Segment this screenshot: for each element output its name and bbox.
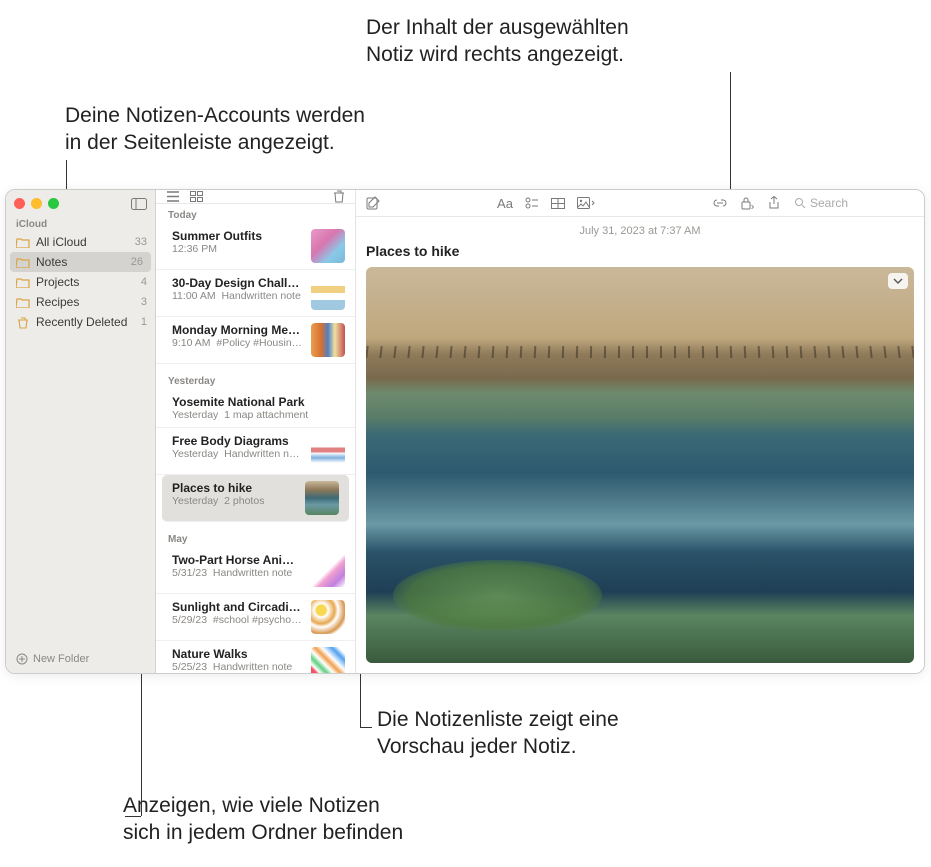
search-field[interactable]: Search [794,196,914,210]
note-title: Free Body Diagrams [172,434,303,448]
sidebar-item-label: Recipes [36,295,135,309]
note-item-sunlight-circadian[interactable]: Sunlight and Circadian... 5/29/23 #schoo… [156,594,355,641]
note-item-monday-meeting[interactable]: Monday Morning Meeting 9:10 AM #Policy #… [156,317,355,364]
sidebar-item-recently-deleted[interactable]: Recently Deleted 1 [6,312,155,332]
folder-icon [16,237,30,248]
share-icon[interactable] [768,196,780,210]
compose-icon[interactable] [366,196,380,210]
note-subtitle: 12:36 PM [172,243,303,255]
note-subtitle: 5/31/23 Handwritten note [172,567,303,579]
search-icon [794,197,806,209]
grid-view-icon[interactable] [190,191,203,202]
note-item-nature-walks[interactable]: Nature Walks 5/25/23 Handwritten note [156,641,355,674]
sidebar-item-label: Notes [36,255,125,269]
note-date: July 31, 2023 at 7:37 AM [366,223,914,243]
note-item-design-challenge[interactable]: 30-Day Design Challen... 11:00 AM Handwr… [156,270,355,317]
search-placeholder: Search [810,196,848,210]
sidebar-item-label: Recently Deleted [36,315,135,329]
new-folder-label: New Folder [33,653,89,665]
checklist-icon[interactable] [525,197,539,209]
note-item-summer-outfits[interactable]: Summer Outfits 12:36 PM [156,223,355,270]
sidebar-item-count: 4 [141,276,147,288]
note-thumbnail [311,553,345,587]
callout-sidebar: Deine Notizen-Accounts werden in der Sei… [65,102,365,157]
sidebar-item-count: 3 [141,296,147,308]
trash-icon [16,317,30,328]
leader-line [360,727,372,728]
window-controls [14,198,59,209]
link-note-icon[interactable] [712,197,728,209]
note-title: Monday Morning Meeting [172,323,303,337]
sidebar-item-count: 1 [141,316,147,328]
note-item-yosemite[interactable]: Yosemite National Park Yesterday 1 map a… [156,389,355,428]
minimize-button[interactable] [31,198,42,209]
note-title: Places to hike [172,481,297,495]
note-thumbnail [305,481,339,515]
note-subtitle: Yesterday Handwritten note [172,448,303,460]
note-content-pane: Aa Search July 31, 2023 at 7:37 AM Place… [356,190,924,673]
note-title: Summer Outfits [172,229,303,243]
notelist-toolbar [156,190,355,204]
sidebar-item-count: 33 [135,236,147,248]
sidebar-item-projects[interactable]: Projects 4 [6,272,155,292]
note-thumbnail [311,229,345,263]
note-item-places-to-hike[interactable]: Places to hike Yesterday 2 photos [162,475,349,522]
sidebar-item-all-icloud[interactable]: All iCloud 33 [6,232,155,252]
sidebar-item-count: 26 [131,256,143,268]
note-subtitle: 5/29/23 #school #psycholo... [172,614,303,626]
note-subtitle: 11:00 AM Handwritten note [172,290,303,302]
note-title: Nature Walks [172,647,303,661]
window-titlebar [6,190,155,217]
toggle-sidebar-icon[interactable] [131,198,147,210]
note-item-horse-animation[interactable]: Two-Part Horse Anima... 5/31/23 Handwrit… [156,547,355,594]
callout-foldercount: Anzeigen, wie viele Notizen sich in jede… [123,792,403,847]
note-subtitle: Yesterday 1 map attachment [172,409,345,421]
notelist-section-header: May [156,528,355,547]
list-view-icon[interactable] [166,191,180,202]
leader-line [125,816,141,817]
media-icon[interactable] [577,197,595,209]
sidebar-item-label: Projects [36,275,135,289]
note-thumbnail [311,434,345,468]
note-thumbnail [311,276,345,310]
close-button[interactable] [14,198,25,209]
sidebar-item-notes[interactable]: Notes 26 [10,252,151,272]
notelist-section-header: Today [156,204,355,223]
plus-circle-icon [16,653,28,665]
table-icon[interactable] [551,198,565,209]
content-toolbar: Aa Search [356,190,924,217]
attachment-menu-icon[interactable] [888,273,908,289]
note-item-free-body[interactable]: Free Body Diagrams Yesterday Handwritten… [156,428,355,475]
delete-note-icon[interactable] [333,190,345,203]
folder-icon [16,277,30,288]
notes-app-window: iCloud All iCloud 33 Notes 26 Projects 4… [5,189,925,674]
note-title: Yosemite National Park [172,395,345,409]
note-title: Sunlight and Circadian... [172,600,303,614]
note-list: Today Summer Outfits 12:36 PM 30-Day Des… [156,190,356,673]
sidebar-item-recipes[interactable]: Recipes 3 [6,292,155,312]
new-folder-button[interactable]: New Folder [6,645,155,673]
note-subtitle: 5/25/23 Handwritten note [172,661,303,673]
sidebar-item-label: All iCloud [36,235,129,249]
note-thumbnail [311,323,345,357]
note-attachment-image[interactable] [366,267,914,663]
note-thumbnail [311,647,345,674]
callout-content-right: Der Inhalt der ausgewählten Notiz wird r… [366,14,629,69]
callout-notelist: Die Notizenliste zeigt eine Vorschau jed… [377,706,619,761]
note-title: Two-Part Horse Anima... [172,553,303,567]
note-subtitle: 9:10 AM #Policy #Housing... [172,337,303,349]
note-body-title[interactable]: Places to hike [366,243,914,267]
folder-icon [16,257,30,268]
format-text-icon[interactable]: Aa [497,196,513,211]
note-subtitle: Yesterday 2 photos [172,495,297,507]
lock-icon[interactable] [740,197,754,210]
notelist-section-header: Yesterday [156,370,355,389]
sidebar-section-header: iCloud [6,217,155,232]
note-title: 30-Day Design Challen... [172,276,303,290]
maximize-button[interactable] [48,198,59,209]
sidebar: iCloud All iCloud 33 Notes 26 Projects 4… [6,190,156,673]
note-thumbnail [311,600,345,634]
folder-icon [16,297,30,308]
